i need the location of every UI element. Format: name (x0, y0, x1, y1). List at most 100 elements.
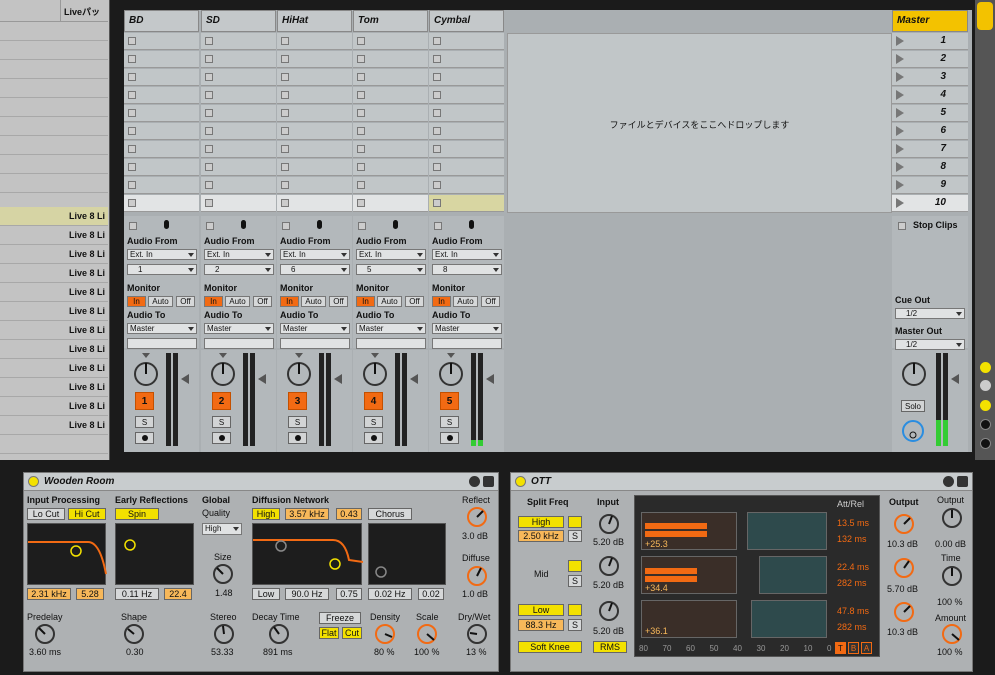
stop-button-icon[interactable] (433, 91, 441, 99)
audio-from-select[interactable]: Ext. In (204, 249, 274, 260)
stop-button-icon[interactable] (128, 91, 136, 99)
stop-button-icon[interactable] (281, 73, 289, 81)
input-channel-select[interactable]: 1 (127, 264, 197, 275)
scene-play-icon[interactable] (896, 198, 904, 208)
output-low-knob[interactable] (893, 601, 915, 623)
microphone-icon[interactable] (241, 220, 246, 229)
clip-slot[interactable] (201, 159, 276, 176)
stop-button-icon[interactable] (128, 181, 136, 189)
band-mid-power-icon[interactable] (568, 560, 582, 572)
scene-play-icon[interactable] (896, 162, 904, 172)
track-activator-button[interactable]: 5 (440, 392, 459, 410)
clip-slot[interactable] (353, 159, 428, 176)
clip-slot[interactable] (124, 159, 199, 176)
scene-play-icon[interactable] (896, 36, 904, 46)
track-toggle-icon[interactable] (980, 362, 991, 373)
diffusion-low-freq[interactable]: 90.0 Hz (285, 588, 329, 600)
input-channel-select[interactable]: 5 (356, 264, 426, 275)
input-width-field[interactable]: 5.28 (76, 588, 104, 600)
clip-slot[interactable] (353, 123, 428, 140)
clip-slot[interactable] (201, 177, 276, 194)
scene-launch[interactable]: 7 (892, 141, 968, 158)
early-reflections-graph[interactable] (115, 523, 194, 585)
browser-empty-row[interactable] (0, 155, 108, 174)
drywet-knob[interactable] (466, 623, 488, 645)
stop-button-icon[interactable] (281, 127, 289, 135)
audio-to-channel[interactable] (356, 338, 426, 349)
audio-from-select[interactable]: Ext. In (432, 249, 502, 260)
clip-slot[interactable] (277, 69, 352, 86)
diffusion-high-amount[interactable]: 0.43 (336, 508, 362, 520)
input-low-knob[interactable] (598, 600, 620, 622)
browser-item[interactable]: Live 8 Li (0, 245, 108, 264)
hot-swap-icon[interactable] (469, 476, 480, 487)
solo-button[interactable]: S (440, 416, 459, 428)
stop-button-icon[interactable] (357, 163, 365, 171)
arm-button[interactable] (212, 432, 231, 444)
cue-out-select[interactable]: 1/2 (895, 308, 965, 319)
band-low-solo[interactable]: S (568, 619, 582, 631)
track-header[interactable]: SD (201, 10, 276, 32)
solo-button[interactable]: S (364, 416, 383, 428)
scene-play-icon[interactable] (896, 180, 904, 190)
audio-to-select[interactable]: Master (356, 323, 426, 334)
monitor-auto-button[interactable]: Auto (301, 296, 326, 307)
band-high-button[interactable]: High (518, 516, 564, 528)
scene-play-icon[interactable] (896, 144, 904, 154)
diffusion-graph[interactable] (252, 523, 364, 585)
stop-button-icon[interactable] (357, 91, 365, 99)
scene-launch[interactable]: 10 (892, 195, 968, 212)
stop-button-icon[interactable] (433, 163, 441, 171)
clip-slot[interactable] (201, 141, 276, 158)
browser-empty-row[interactable] (0, 136, 108, 155)
audio-from-select[interactable]: Ext. In (356, 249, 426, 260)
arm-button[interactable] (135, 432, 154, 444)
stop-button-icon[interactable] (281, 91, 289, 99)
volume-arrow-icon[interactable] (181, 374, 189, 384)
clip-slot[interactable] (124, 141, 199, 158)
clip-slot[interactable] (201, 51, 276, 68)
scale-knob[interactable] (416, 623, 438, 645)
browser-item[interactable]: Live 8 Li (0, 283, 108, 302)
audio-from-select[interactable]: Ext. In (280, 249, 350, 260)
ott-mode-a-button[interactable]: A (861, 642, 872, 654)
input-freq-field[interactable]: 2.31 kHz (27, 588, 71, 600)
clip-slot[interactable] (353, 195, 428, 212)
predelay-knob[interactable] (34, 623, 56, 645)
pan-knob[interactable] (132, 360, 160, 388)
track-header[interactable]: HiHat (277, 10, 352, 32)
diffusion-low-amount[interactable]: 0.75 (336, 588, 362, 600)
clip-slot[interactable] (124, 123, 199, 140)
stop-button-icon[interactable] (357, 127, 365, 135)
high-split-freq[interactable]: 2.50 kHz (518, 530, 564, 542)
browser-item[interactable]: Live 8 Li (0, 302, 108, 321)
stop-button-icon[interactable] (128, 55, 136, 63)
drop-area[interactable]: ファイルとデバイスをここへドロップします (507, 33, 892, 213)
time-knob[interactable] (941, 565, 963, 587)
clip-slot[interactable] (277, 105, 352, 122)
diffusion-high-button[interactable]: High (252, 508, 280, 520)
arm-button[interactable] (364, 432, 383, 444)
soft-knee-button[interactable]: Soft Knee (518, 641, 582, 653)
monitor-in-button[interactable]: In (204, 296, 223, 307)
master-solo-button[interactable]: Solo (901, 400, 925, 412)
ott-mode-b-button[interactable]: B (848, 642, 859, 654)
clip-slot[interactable] (201, 123, 276, 140)
clip-slot[interactable] (277, 141, 352, 158)
volume-arrow-icon[interactable] (334, 374, 342, 384)
stop-button-icon[interactable] (433, 145, 441, 153)
track-activator-button[interactable]: 2 (212, 392, 231, 410)
track-activator-button[interactable]: 4 (364, 392, 383, 410)
global-output-knob[interactable] (941, 507, 963, 529)
clip-slot[interactable] (429, 177, 504, 194)
diffuse-knob[interactable] (466, 565, 488, 587)
ott-save-icon[interactable] (957, 476, 968, 487)
stop-button-icon[interactable] (357, 37, 365, 45)
input-channel-select[interactable]: 8 (432, 264, 502, 275)
audio-from-select[interactable]: Ext. In (127, 249, 197, 260)
stop-button-icon[interactable] (281, 37, 289, 45)
browser-empty-row[interactable] (0, 79, 108, 98)
clip-slot[interactable] (201, 69, 276, 86)
band-high-solo[interactable]: S (568, 530, 582, 542)
audio-to-channel[interactable] (432, 338, 502, 349)
